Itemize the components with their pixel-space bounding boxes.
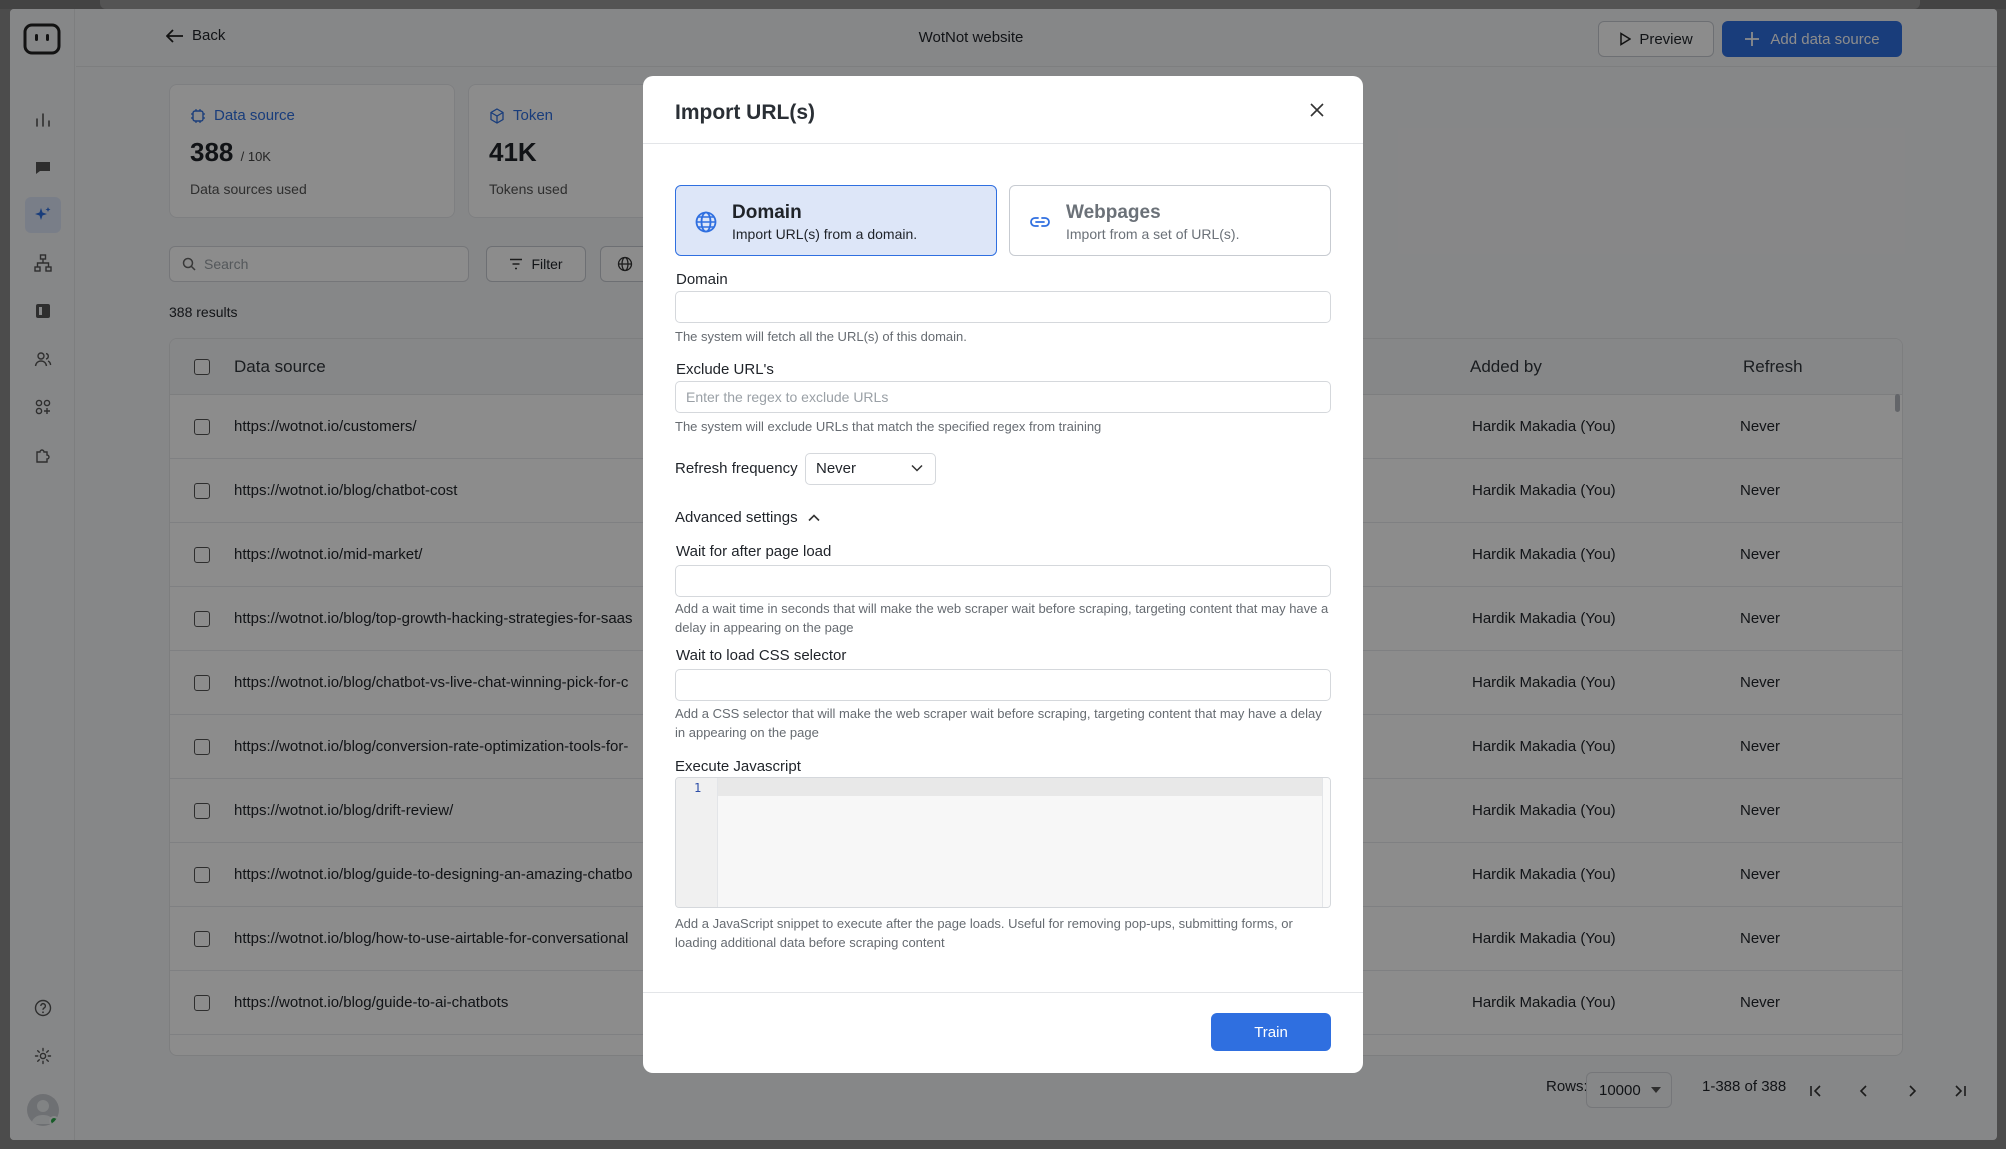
javascript-editor[interactable]: 1 xyxy=(675,777,1331,908)
webpages-option-desc: Import from a set of URL(s). xyxy=(1066,226,1240,242)
wait-after-load-help: Add a wait time in seconds that will mak… xyxy=(675,601,1329,635)
link-icon xyxy=(1030,217,1050,227)
exclude-urls-label: Exclude URL's xyxy=(676,361,774,378)
modal-header: Import URL(s) xyxy=(643,76,1363,144)
train-button[interactable]: Train xyxy=(1211,1013,1331,1051)
execute-javascript-help: Add a JavaScript snippet to execute afte… xyxy=(675,916,1293,950)
editor-current-line xyxy=(718,778,1324,796)
advanced-settings-label: Advanced settings xyxy=(675,509,798,526)
editor-line-number: 1 xyxy=(694,781,702,795)
css-selector-label: Wait to load CSS selector xyxy=(676,647,847,664)
domain-label: Domain xyxy=(676,271,728,288)
globe-icon xyxy=(695,211,717,233)
wait-after-load-label: Wait for after page load xyxy=(676,543,832,560)
refresh-frequency-label: Refresh frequency xyxy=(675,460,798,477)
refresh-frequency-value: Never xyxy=(816,460,857,477)
css-selector-help: Add a CSS selector that will make the we… xyxy=(675,706,1322,740)
chevron-down-icon xyxy=(911,464,923,472)
domain-input[interactable] xyxy=(675,291,1331,323)
css-selector-input[interactable] xyxy=(675,669,1331,701)
refresh-frequency-select[interactable]: Never xyxy=(805,453,936,485)
domain-option-desc: Import URL(s) from a domain. xyxy=(732,226,918,242)
chevron-up-icon xyxy=(808,513,820,521)
execute-javascript-label: Execute Javascript xyxy=(675,758,801,775)
domain-option[interactable]: Domain Import URL(s) from a domain. xyxy=(675,185,997,256)
domain-help: The system will fetch all the URL(s) of … xyxy=(675,329,967,344)
webpages-option-title: Webpages xyxy=(1066,202,1161,223)
import-urls-modal: Import URL(s) Domain Import URL(s) from … xyxy=(643,76,1363,1073)
editor-gutter xyxy=(676,778,718,907)
exclude-urls-help: The system will exclude URLs that match … xyxy=(675,419,1102,434)
exclude-urls-input[interactable]: Enter the regex to exclude URLs xyxy=(675,381,1331,413)
close-icon[interactable] xyxy=(1305,98,1329,122)
wait-after-load-input[interactable] xyxy=(675,565,1331,597)
webpages-option[interactable]: Webpages Import from a set of URL(s). xyxy=(1009,185,1331,256)
modal-title: Import URL(s) xyxy=(675,101,815,124)
editor-scrollbar[interactable] xyxy=(1322,778,1330,907)
modal-footer-divider xyxy=(643,992,1363,993)
domain-option-title: Domain xyxy=(732,202,802,223)
advanced-settings-toggle[interactable]: Advanced settings xyxy=(675,509,820,526)
